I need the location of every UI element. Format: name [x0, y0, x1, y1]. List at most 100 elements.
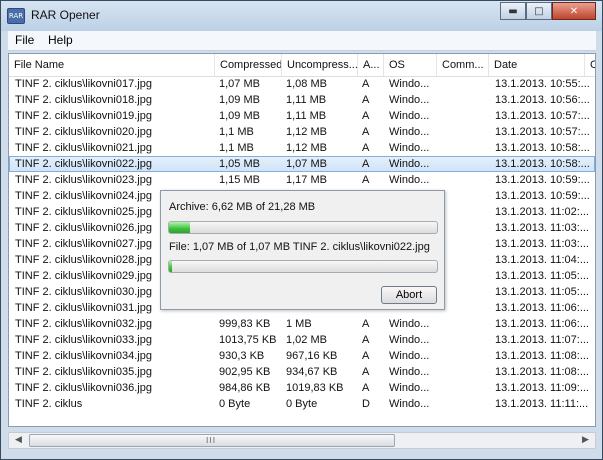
cell-file-name: TINF 2. ciklus\likovni020.jpg [15, 126, 152, 138]
cell-os: Windo... [389, 78, 430, 90]
cell-os: Windo... [389, 174, 430, 186]
cell-date: 13.1.2013. 10:59:... [495, 190, 590, 202]
cell-compressed: 0 Byte [219, 398, 251, 410]
cell-compressed: 1,09 MB [219, 94, 260, 106]
cell-attributes: A [362, 94, 370, 106]
cell-compressed: 1,1 MB [219, 126, 254, 138]
cell-uncompressed: 967,16 KB [286, 350, 338, 362]
column-header-attributes[interactable]: A... [358, 54, 384, 76]
cell-file-name: TINF 2. ciklus\likovni021.jpg [15, 142, 152, 154]
cell-file-name: TINF 2. ciklus\likovni034.jpg [15, 350, 152, 362]
cell-date: 13.1.2013. 10:56:... [495, 94, 590, 106]
column-header-file-name[interactable]: File Name [9, 54, 215, 76]
column-header-crc[interactable]: C [585, 54, 595, 76]
scroll-left-icon[interactable]: ◀ [11, 434, 26, 447]
table-row[interactable]: TINF 2. ciklus\likovni035.jpg 902,95 KB 93… [9, 364, 595, 380]
table-row[interactable]: TINF 2. ciklus\likovni018.jpg 1,09 MB 1,11… [9, 92, 595, 108]
table-row[interactable]: TINF 2. ciklus\likovni020.jpg 1,1 MB 1,12 … [9, 124, 595, 140]
column-header-compressed[interactable]: Compressed [215, 54, 282, 76]
cell-os: Windo... [389, 142, 430, 154]
cell-os: Windo... [389, 158, 430, 170]
minimize-button[interactable]: ▬ [500, 2, 526, 20]
cell-os: Windo... [389, 94, 430, 106]
column-header-uncompressed[interactable]: Uncompress... [282, 54, 358, 76]
column-header-comment[interactable]: Comm... [437, 54, 489, 76]
abort-button[interactable]: Abort [381, 286, 437, 304]
cell-compressed: 1,07 MB [219, 78, 260, 90]
cell-date: 13.1.2013. 11:03:... [495, 238, 589, 250]
cell-uncompressed: 1,12 MB [286, 126, 327, 138]
scroll-right-icon[interactable]: ▶ [578, 434, 593, 447]
cell-compressed: 930,3 KB [219, 350, 265, 362]
cell-compressed: 1,15 MB [219, 174, 260, 186]
cell-compressed: 1,05 MB [219, 158, 260, 170]
title-bar[interactable]: RAR RAR Opener ▬ □ ✕ [1, 1, 602, 31]
table-row[interactable]: TINF 2. ciklus\likovni022.jpg 1,05 MB 1,07… [9, 156, 595, 172]
cell-uncompressed: 1,17 MB [286, 174, 327, 186]
maximize-button[interactable]: □ [526, 2, 552, 20]
table-row[interactable]: TINF 2. ciklus 0 Byte 0 Byte D Windo... 13.1.… [9, 396, 595, 412]
cell-date: 13.1.2013. 11:06:... [495, 302, 589, 314]
table-row[interactable]: TINF 2. ciklus\likovni019.jpg 1,09 MB 1,11… [9, 108, 595, 124]
cell-date: 13.1.2013. 11:06:... [495, 318, 589, 330]
archive-progress-bar [168, 221, 438, 234]
column-header-os[interactable]: OS [384, 54, 437, 76]
cell-attributes: A [362, 318, 370, 330]
window-controls: ▬ □ ✕ [500, 2, 596, 21]
cell-attributes: A [362, 126, 370, 138]
cell-date: 13.1.2013. 11:03:... [495, 222, 589, 234]
cell-date: 13.1.2013. 10:58:... [495, 142, 590, 154]
cell-uncompressed: 1,12 MB [286, 142, 327, 154]
cell-file-name: TINF 2. ciklus\likovni017.jpg [15, 78, 152, 90]
cell-os: Windo... [389, 350, 430, 362]
cell-file-name: TINF 2. ciklus\likovni032.jpg [15, 318, 152, 330]
cell-date: 13.1.2013. 10:57:... [495, 126, 590, 138]
cell-date: 13.1.2013. 11:09:... [495, 382, 589, 394]
cell-attributes: A [362, 78, 370, 90]
cell-date: 13.1.2013. 10:55:... [495, 78, 590, 90]
cell-os: Windo... [389, 318, 430, 330]
cell-attributes: A [362, 110, 370, 122]
cell-attributes: A [362, 382, 370, 394]
table-row[interactable]: TINF 2. ciklus\likovni036.jpg 984,86 KB 10… [9, 380, 595, 396]
cell-os: Windo... [389, 110, 430, 122]
cell-date: 13.1.2013. 10:59:... [495, 174, 590, 186]
cell-attributes: A [362, 350, 370, 362]
cell-compressed: 1013,75 KB [219, 334, 277, 346]
cell-date: 13.1.2013. 10:57:... [495, 110, 590, 122]
cell-attributes: A [362, 142, 370, 154]
cell-date: 13.1.2013. 11:05:... [495, 286, 589, 298]
cell-uncompressed: 1,08 MB [286, 78, 327, 90]
table-row[interactable]: TINF 2. ciklus\likovni023.jpg 1,15 MB 1,17… [9, 172, 595, 188]
cell-compressed: 984,86 KB [219, 382, 271, 394]
cell-date: 13.1.2013. 10:58:... [495, 158, 590, 170]
cell-attributes: A [362, 174, 370, 186]
scroll-grip: III [206, 436, 217, 445]
table-row[interactable]: TINF 2. ciklus\likovni021.jpg 1,1 MB 1,12 … [9, 140, 595, 156]
cell-uncompressed: 0 Byte [286, 398, 318, 410]
table-row[interactable]: TINF 2. ciklus\likovni033.jpg 1013,75 KB 1… [9, 332, 595, 348]
cell-uncompressed: 1,11 MB [286, 94, 327, 106]
menu-file[interactable]: File [15, 33, 34, 47]
cell-os: Windo... [389, 382, 430, 394]
table-row[interactable]: TINF 2. ciklus\likovni032.jpg 999,83 KB 1 … [9, 316, 595, 332]
table-row[interactable]: TINF 2. ciklus\likovni034.jpg 930,3 KB 967… [9, 348, 595, 364]
column-header-date[interactable]: Date [489, 54, 585, 76]
cell-uncompressed: 1 MB [286, 318, 312, 330]
menu-help[interactable]: Help [48, 33, 73, 47]
file-progress-label: File: 1,07 MB of 1,07 MB TINF 2. ciklus\… [169, 241, 430, 253]
cell-date: 13.1.2013. 11:05:... [495, 270, 589, 282]
cell-uncompressed: 934,67 KB [286, 366, 338, 378]
cell-file-name: TINF 2. ciklus [15, 398, 83, 410]
cell-os: Windo... [389, 398, 430, 410]
cell-file-name: TINF 2. ciklus\likovni018.jpg [15, 94, 152, 106]
cell-file-name: TINF 2. ciklus\likovni019.jpg [15, 110, 152, 122]
cell-attributes: A [362, 334, 370, 346]
cell-attributes: D [362, 398, 370, 410]
close-button[interactable]: ✕ [552, 2, 596, 20]
table-row[interactable]: TINF 2. ciklus\likovni017.jpg 1,07 MB 1,08… [9, 76, 595, 92]
horizontal-scrollbar[interactable]: ◀ III ▶ [8, 432, 596, 449]
extract-progress-dialog: Archive: 6,62 MB of 21,28 MB File: 1,07 … [160, 190, 445, 310]
window-title: RAR Opener [31, 8, 100, 22]
scroll-thumb[interactable]: III [29, 434, 395, 447]
